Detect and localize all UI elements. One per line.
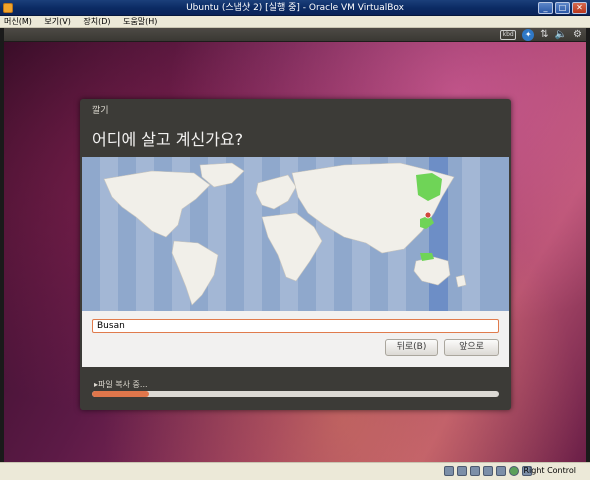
minimize-button[interactable]: _ — [538, 2, 553, 14]
hard-disk-icon[interactable] — [444, 466, 454, 476]
timezone-map[interactable] — [82, 157, 509, 311]
maximize-button[interactable]: □ — [555, 2, 570, 14]
dialog-title: 깔기 — [92, 106, 109, 116]
progress-fill — [92, 391, 149, 397]
accessibility-icon[interactable]: ✦ — [522, 29, 535, 41]
window-title: Ubuntu (스냅샷 2) [실행 중] - Oracle VM Virtua… — [186, 3, 404, 13]
menu-machine[interactable]: 머신(M) — [4, 17, 32, 26]
location-form: 뒤로(B) 앞으로 — [82, 311, 509, 367]
menu-view[interactable]: 보기(V) — [44, 17, 70, 26]
page-title: 어디에 살고 계신가요? — [92, 130, 244, 149]
shared-folders-icon[interactable] — [496, 466, 506, 476]
new-zealand — [455, 274, 467, 288]
usb-icon[interactable] — [470, 466, 480, 476]
dialog-footer: ▸파일 복사 중... — [82, 367, 509, 410]
statusbar: Right Control — [0, 462, 590, 480]
keyboard-icon[interactable]: kbd — [500, 30, 517, 40]
network-adapter-icon[interactable] — [483, 466, 493, 476]
close-button[interactable]: ✕ — [572, 2, 587, 14]
menu-devices[interactable]: 장치(D) — [83, 17, 110, 26]
city-input[interactable] — [92, 319, 499, 333]
location-pin-icon — [424, 211, 432, 219]
progress-bar — [92, 391, 499, 397]
menu-help[interactable]: 도움말(H) — [123, 17, 157, 26]
optical-drive-icon[interactable] — [457, 466, 467, 476]
device-indicators — [444, 466, 532, 476]
virtualbox-icon — [3, 3, 13, 13]
gear-icon[interactable]: ⚙ — [573, 29, 582, 41]
back-button[interactable]: 뒤로(B) — [385, 339, 438, 356]
menubar: 머신(M) 보기(V) 장치(D) 도움말(H) — [0, 16, 590, 28]
forward-button[interactable]: 앞으로 — [444, 339, 499, 356]
system-tray: kbd ✦ ⇅ 🔈 ⚙ — [500, 29, 582, 41]
frame-right — [586, 28, 590, 462]
host-key-label: Right Control — [523, 466, 576, 475]
volume-icon[interactable]: 🔈 — [555, 29, 567, 41]
window-titlebar: Ubuntu (스냅샷 2) [실행 중] - Oracle VM Virtua… — [0, 0, 590, 16]
progress-label[interactable]: ▸파일 복사 중... — [94, 379, 148, 390]
network-icon[interactable]: ⇅ — [540, 29, 548, 41]
window-controls: _ □ ✕ — [538, 2, 587, 14]
installer-dialog: 깔기 어디에 살고 계신가요? 뒤로(B) 앞 — [80, 99, 511, 410]
ubuntu-top-panel: kbd ✦ ⇅ 🔈 ⚙ — [4, 28, 586, 42]
mouse-integration-icon[interactable] — [509, 466, 519, 476]
